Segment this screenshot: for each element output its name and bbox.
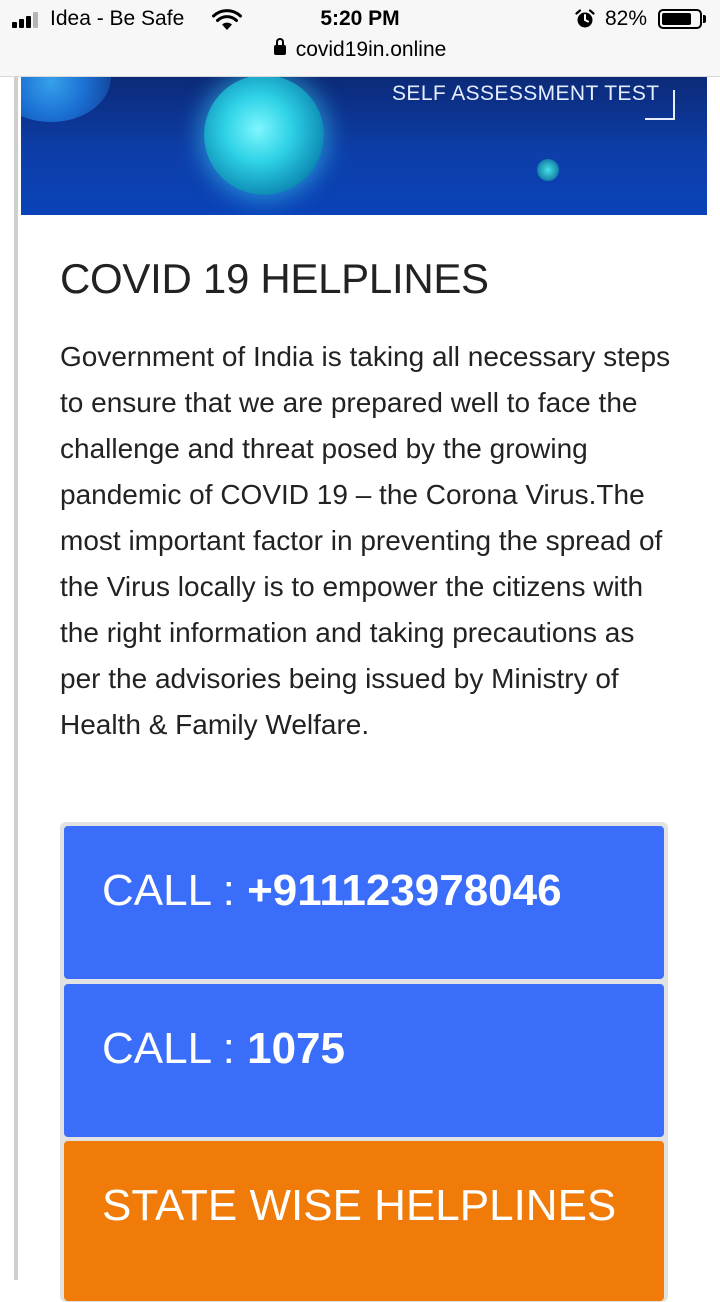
virus-illustration (537, 159, 559, 181)
self-assessment-link[interactable]: SELF ASSESSMENT TEST (392, 82, 659, 106)
hero-banner: SELF ASSESSMENT TEST (21, 77, 707, 215)
corner-bracket-icon (645, 90, 675, 120)
state-helplines-label: STATE WISE HELPLINES (102, 1181, 617, 1230)
address-bar[interactable]: covid19in.online (0, 38, 720, 62)
status-bar: Idea - Be Safe 5:20 PM 82% covid19in.onl… (0, 0, 720, 77)
lock-icon (273, 38, 286, 57)
virus-illustration (204, 77, 324, 195)
call-1075-button[interactable]: CALL : 1075 (64, 984, 664, 1137)
battery-tip (703, 15, 706, 23)
helpline-number: +911123978046 (247, 866, 562, 915)
helpline-number: 1075 (247, 1024, 345, 1073)
intro-paragraph: Government of India is taking all necess… (60, 341, 671, 740)
state-wise-helplines-button[interactable]: STATE WISE HELPLINES (64, 1141, 664, 1301)
battery-icon (658, 9, 702, 29)
call-helpline-button[interactable]: CALL : +911123978046 (64, 826, 664, 979)
call-prefix: CALL : (102, 866, 248, 915)
call-prefix: CALL : (102, 1024, 248, 1073)
url-text: covid19in.online (295, 38, 447, 61)
page-title: COVID 19 HELPLINES (60, 255, 489, 302)
virus-illustration (21, 77, 111, 122)
battery-percentage: 82% (605, 7, 648, 30)
alarm-icon (575, 9, 595, 28)
